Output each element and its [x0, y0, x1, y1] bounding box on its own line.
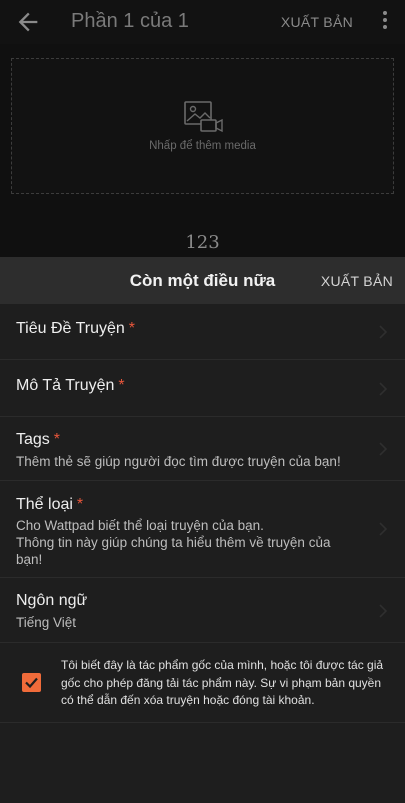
more-options-icon[interactable] — [379, 11, 391, 33]
required-mark: * — [76, 496, 84, 513]
field-label: Ngôn ngữ — [16, 592, 88, 609]
required-mark: * — [118, 377, 125, 394]
publish-bottom-sheet: Còn một điều nữa XUẤT BẢN Tiêu Đề Truyện… — [0, 257, 405, 803]
field-label: Mô Tả Truyện * — [16, 377, 125, 394]
sheet-publish-button[interactable]: XUẤT BẢN — [321, 273, 393, 289]
selected-language: Tiếng Việt — [16, 615, 77, 630]
add-media-hint: Nhấp để thêm media — [149, 140, 256, 152]
required-mark: * — [128, 320, 136, 337]
add-media-area[interactable]: Nhấp để thêm media — [11, 58, 394, 194]
sheet-header: Còn một điều nữa XUẤT BẢN — [0, 257, 405, 304]
field-label: Thể loại * — [16, 496, 84, 513]
chevron-right-icon — [379, 442, 387, 456]
field-hint: Cho Wattpad biết thể loại truyện của bạn… — [16, 518, 331, 567]
top-publish-button[interactable]: XUẤT BẢN — [281, 14, 353, 30]
field-language[interactable]: Ngôn ngữ Tiếng Việt — [0, 578, 405, 643]
required-mark: * — [53, 431, 61, 448]
copyright-agreement: Tôi biết đây là tác phẩm gốc của mình, h… — [0, 643, 405, 723]
media-add-icon — [184, 101, 223, 133]
field-story-description[interactable]: Mô Tả Truyện * — [0, 360, 405, 417]
back-arrow-icon[interactable] — [14, 8, 42, 36]
field-story-title[interactable]: Tiêu Đề Truyện * — [0, 304, 405, 360]
chevron-right-icon — [379, 382, 387, 396]
field-genre[interactable]: Thể loại * Cho Wattpad biết thể loại truy… — [0, 481, 405, 578]
field-label: Tiêu Đề Truyện * — [16, 320, 136, 337]
part-title: Phần 1 của 1 — [71, 10, 189, 32]
chevron-right-icon — [379, 325, 387, 339]
story-text-preview: 123 — [185, 232, 220, 253]
agreement-text: Tôi biết đây là tác phẩm gốc của mình, h… — [61, 658, 384, 707]
checkmark-icon — [25, 677, 38, 689]
agreement-checkbox[interactable] — [22, 673, 41, 692]
chevron-right-icon — [379, 522, 387, 536]
top-app-bar: Phần 1 của 1 XUẤT BẢN — [0, 0, 405, 44]
field-hint: Thêm thẻ sẽ giúp người đọc tìm được truy… — [16, 454, 341, 469]
field-tags[interactable]: Tags * Thêm thẻ sẽ giúp người đọc tìm đượ… — [0, 417, 405, 481]
field-label: Tags * — [16, 431, 61, 448]
chevron-right-icon — [379, 604, 387, 618]
